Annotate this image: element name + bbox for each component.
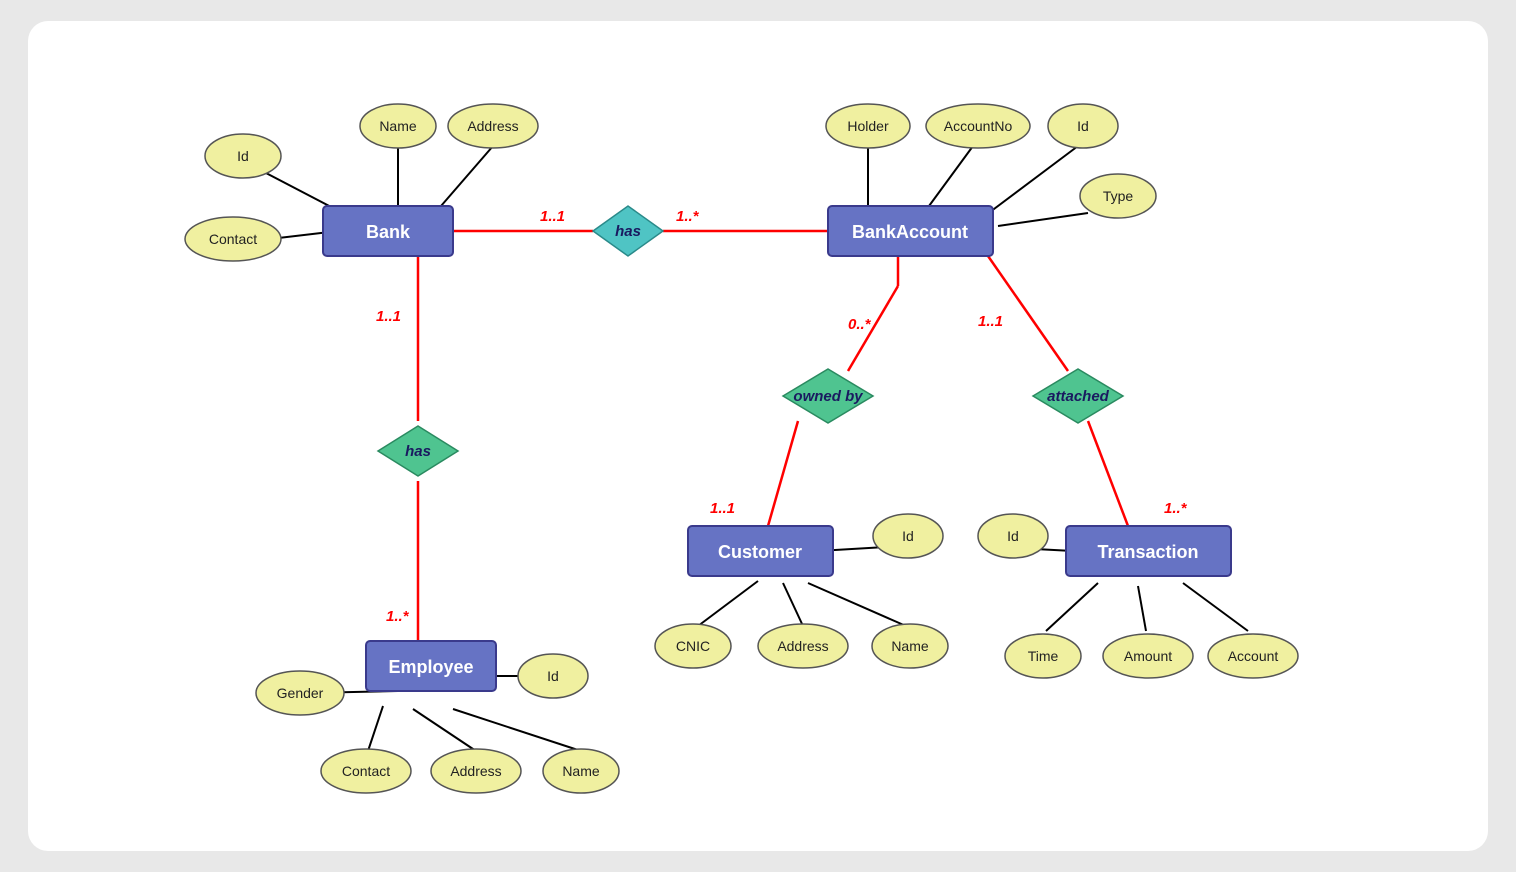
- attached-label: attached: [1047, 388, 1110, 405]
- ba-type-text: Type: [1103, 188, 1134, 204]
- bank-name-text: Name: [379, 118, 417, 134]
- card-ba-attached: 1..1: [978, 313, 1003, 330]
- bank-id-text: Id: [237, 148, 249, 164]
- has2-label: has: [405, 443, 431, 460]
- card-bank-has2: 1..1: [376, 308, 401, 325]
- emp-name-text: Name: [562, 763, 600, 779]
- bank-label: Bank: [366, 222, 411, 242]
- trans-account-text: Account: [1228, 648, 1279, 664]
- emp-gender-text: Gender: [277, 685, 324, 701]
- ownedby-label: owned by: [793, 388, 863, 405]
- customer-label: Customer: [718, 542, 802, 562]
- cust-id-text: Id: [902, 528, 914, 544]
- trans-id-text: Id: [1007, 528, 1019, 544]
- ba-id-text: Id: [1077, 118, 1089, 134]
- card-has-ba: 1..*: [676, 208, 700, 225]
- card-has2-emp: 1..*: [386, 608, 410, 625]
- emp-contact-text: Contact: [342, 763, 390, 779]
- emp-address-text: Address: [450, 763, 501, 779]
- transaction-label: Transaction: [1097, 542, 1198, 562]
- ba-accountno-text: AccountNo: [944, 118, 1013, 134]
- trans-time-text: Time: [1028, 648, 1059, 664]
- cust-cnic-text: CNIC: [676, 638, 710, 654]
- card-ba-owned: 0..*: [848, 316, 872, 333]
- trans-amount-text: Amount: [1124, 648, 1172, 664]
- card-owned-cust: 1..1: [710, 500, 735, 517]
- employee-label: Employee: [388, 657, 473, 677]
- cust-name-text: Name: [891, 638, 929, 654]
- emp-id-text: Id: [547, 668, 559, 684]
- has1-label: has: [615, 223, 641, 240]
- card-bank-has: 1..1: [540, 208, 565, 225]
- diagram-canvas: has has owned by attached Bank BankAccou…: [28, 21, 1488, 851]
- bankaccount-label: BankAccount: [852, 222, 968, 242]
- bank-address-text: Address: [467, 118, 518, 134]
- bank-contact-text: Contact: [209, 231, 257, 247]
- card-attached-trans: 1..*: [1164, 500, 1188, 517]
- cust-address-text: Address: [777, 638, 828, 654]
- ba-holder-text: Holder: [847, 118, 889, 134]
